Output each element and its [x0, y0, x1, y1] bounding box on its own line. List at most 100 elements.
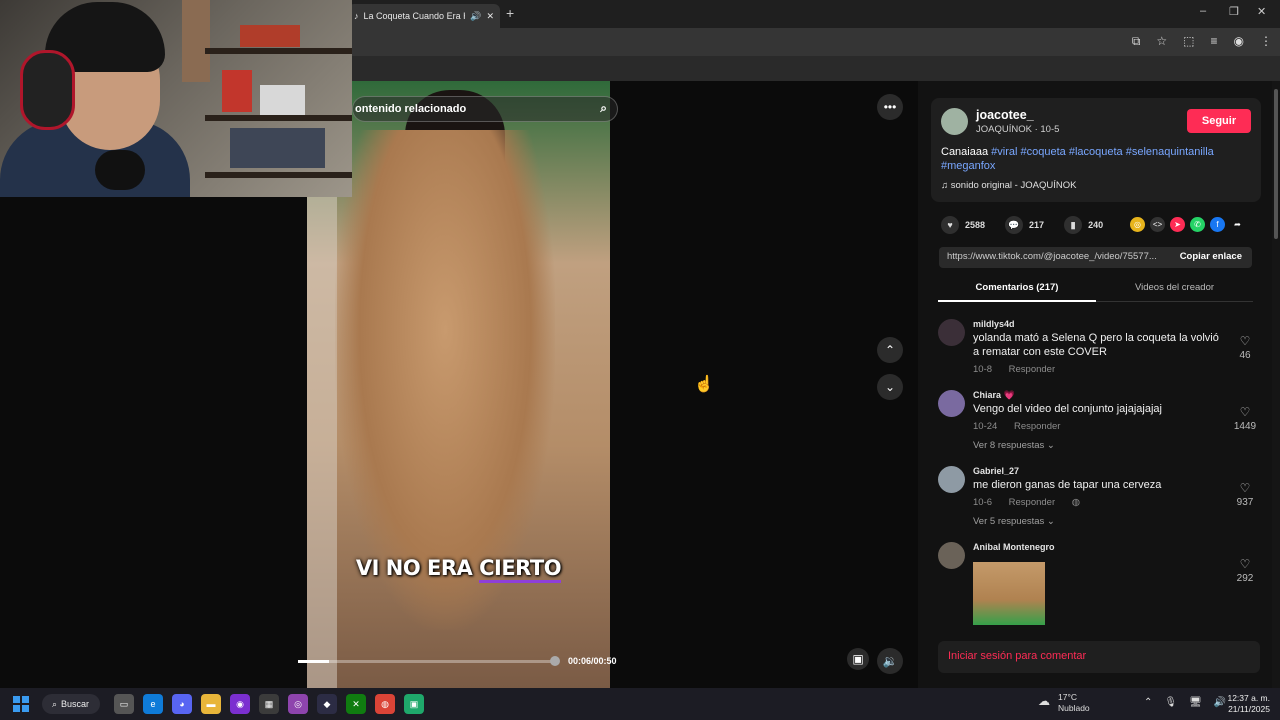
edge-icon[interactable]: e: [143, 694, 163, 714]
avatar[interactable]: [938, 390, 965, 417]
share-arrow-icon[interactable]: ➦: [1230, 217, 1245, 232]
follow-button[interactable]: Seguir: [1187, 109, 1251, 133]
obs-icon[interactable]: ◉: [230, 694, 250, 714]
creator-avatar[interactable]: [941, 108, 968, 135]
hashtag[interactable]: #viral: [991, 146, 1017, 158]
hashtag[interactable]: #coqueta: [1021, 146, 1066, 158]
share-link[interactable]: https://www.tiktok.com/@joacotee_/video/…: [947, 251, 1165, 262]
profile-icon[interactable]: ◉: [1234, 34, 1244, 49]
weather-widget[interactable]: ☁ 17°C Nublado: [1038, 692, 1090, 714]
facebook-icon[interactable]: f: [1210, 217, 1225, 232]
tab-creator-videos[interactable]: Videos del creador: [1096, 282, 1253, 293]
share-buttons: ◎ <> ➤ ✆ f ➦: [1130, 217, 1245, 232]
avatar[interactable]: [938, 319, 965, 346]
more-options-button[interactable]: •••: [877, 94, 903, 120]
reply-button[interactable]: Responder: [1009, 364, 1055, 375]
bookmark-icon[interactable]: ▮: [1064, 216, 1083, 234]
wall-poster: [182, 0, 210, 82]
comment-user[interactable]: mildlys4d: [973, 319, 1015, 329]
avatar[interactable]: [938, 466, 965, 493]
comment-user[interactable]: Chiara 💗: [973, 390, 1015, 401]
reply-button[interactable]: Responder: [1009, 497, 1055, 508]
weather-temp: 17°C: [1058, 692, 1077, 702]
windows-start-icon[interactable]: [13, 696, 29, 712]
heart-outline-icon[interactable]: ♡: [1230, 334, 1260, 348]
chevron-up-icon[interactable]: ⌃: [1144, 697, 1152, 708]
search-icon[interactable]: ⌕: [600, 101, 607, 116]
view-replies-button[interactable]: Ver 5 respuestas ⌄: [973, 516, 1055, 527]
heart-outline-icon[interactable]: ♡: [1230, 481, 1260, 495]
store-icon[interactable]: ▦: [259, 694, 279, 714]
comment-like[interactable]: ♡ 1449: [1230, 405, 1260, 432]
avatar[interactable]: [938, 542, 965, 569]
whatsapp-icon[interactable]: ✆: [1190, 217, 1205, 232]
task-view-icon[interactable]: ▭: [114, 694, 134, 714]
taskbar-search[interactable]: ⌕ Buscar: [42, 694, 100, 714]
next-video-button[interactable]: ⌄: [877, 374, 903, 400]
copy-link-button[interactable]: Copiar enlace: [1180, 251, 1242, 262]
sound-info[interactable]: ♫ sonido original - JOAQUÍNOK: [941, 180, 1076, 191]
weather-desc: Nublado: [1058, 703, 1090, 713]
coin-icon[interactable]: ◎: [1130, 217, 1145, 232]
creator-username[interactable]: joacotee_: [976, 108, 1034, 122]
comment-like[interactable]: ♡ 46: [1230, 334, 1260, 361]
network-icon[interactable]: 🖥: [1189, 697, 1202, 708]
pip-button[interactable]: ▣: [847, 648, 869, 670]
minimize-button[interactable]: –: [1200, 5, 1206, 17]
shelf: [205, 48, 352, 54]
system-tray: ⌃ 🎙 🖥 🔊: [1144, 697, 1226, 708]
discord-icon[interactable]: ◕: [172, 694, 192, 714]
extensions-icon[interactable]: ⬚: [1183, 34, 1194, 49]
new-tab-button[interactable]: +: [506, 5, 514, 21]
close-tab-icon[interactable]: ✕: [486, 11, 494, 22]
app2-icon[interactable]: ▣: [404, 694, 424, 714]
comment-like[interactable]: ♡ 937: [1230, 481, 1260, 508]
tab-comments[interactable]: Comentarios (217): [938, 282, 1096, 302]
view-replies-button[interactable]: Ver 8 respuestas ⌄: [973, 440, 1055, 451]
hashtag[interactable]: #meganfox: [941, 160, 995, 172]
embed-icon[interactable]: <>: [1150, 217, 1165, 232]
taskbar-clock[interactable]: 12:37 a. m. 21/11/2025: [1222, 693, 1270, 715]
heart-outline-icon[interactable]: ♡: [1230, 405, 1260, 419]
comment-user[interactable]: Gabriel_27: [973, 466, 1019, 476]
vscode-icon[interactable]: ◆: [317, 694, 337, 714]
microphone-icon[interactable]: 🎙: [1164, 697, 1177, 708]
share-link-row: https://www.tiktok.com/@joacotee_/video/…: [939, 247, 1252, 268]
comment-image[interactable]: [973, 562, 1045, 625]
speaker-icon[interactable]: 🔊: [470, 11, 481, 22]
reply-button[interactable]: Responder: [1014, 421, 1060, 432]
comment-icon[interactable]: 💬: [1005, 216, 1024, 234]
scrollbar[interactable]: [1272, 81, 1280, 688]
search-label: Buscar: [61, 699, 90, 709]
bookmark-star-icon[interactable]: ☆: [1156, 34, 1167, 49]
send-icon[interactable]: ➤: [1170, 217, 1185, 232]
install-icon[interactable]: ⧉: [1132, 34, 1141, 49]
heart-badge-icon: 💗: [1003, 390, 1015, 400]
login-to-comment[interactable]: Iniciar sesión para comentar: [938, 641, 1260, 673]
figure-toy: [222, 70, 252, 112]
description-text: Canaiaaa: [941, 146, 989, 158]
heart-outline-icon[interactable]: ♡: [1230, 557, 1260, 571]
progress-knob[interactable]: [550, 656, 560, 666]
menu-icon[interactable]: ⋮: [1260, 34, 1272, 49]
chrome-icon[interactable]: ◍: [375, 694, 395, 714]
comment-like-count: 46: [1239, 350, 1251, 361]
heart-icon[interactable]: ♥: [941, 216, 959, 234]
file-explorer-icon[interactable]: ▬: [201, 694, 221, 714]
clock-time: 12:37 a. m.: [1227, 693, 1270, 703]
comment-tabs: Comentarios (217) Videos del creador: [938, 282, 1253, 302]
close-window-button[interactable]: ✕: [1257, 5, 1266, 18]
reading-list-icon[interactable]: ≡: [1211, 34, 1218, 49]
hashtag[interactable]: #selenaquintanilla: [1126, 146, 1214, 158]
comment-like[interactable]: ♡ 292: [1230, 557, 1260, 584]
restore-button[interactable]: ❐: [1229, 5, 1239, 18]
previous-video-button[interactable]: ⌃: [877, 337, 903, 363]
hashtag[interactable]: #lacoqueta: [1069, 146, 1123, 158]
video-progress-bar[interactable]: [298, 656, 560, 666]
xbox-icon[interactable]: ✕: [346, 694, 366, 714]
volume-button[interactable]: 🔉: [877, 648, 903, 674]
comment-user[interactable]: Anibal Montenegro: [973, 542, 1055, 552]
app-icon[interactable]: ◎: [288, 694, 308, 714]
related-content-search[interactable]: ontenido relacionado ⌕: [352, 96, 618, 122]
browser-tab[interactable]: ♪ La Coqueta Cuando Era Ho 🔊 ✕: [348, 4, 500, 28]
